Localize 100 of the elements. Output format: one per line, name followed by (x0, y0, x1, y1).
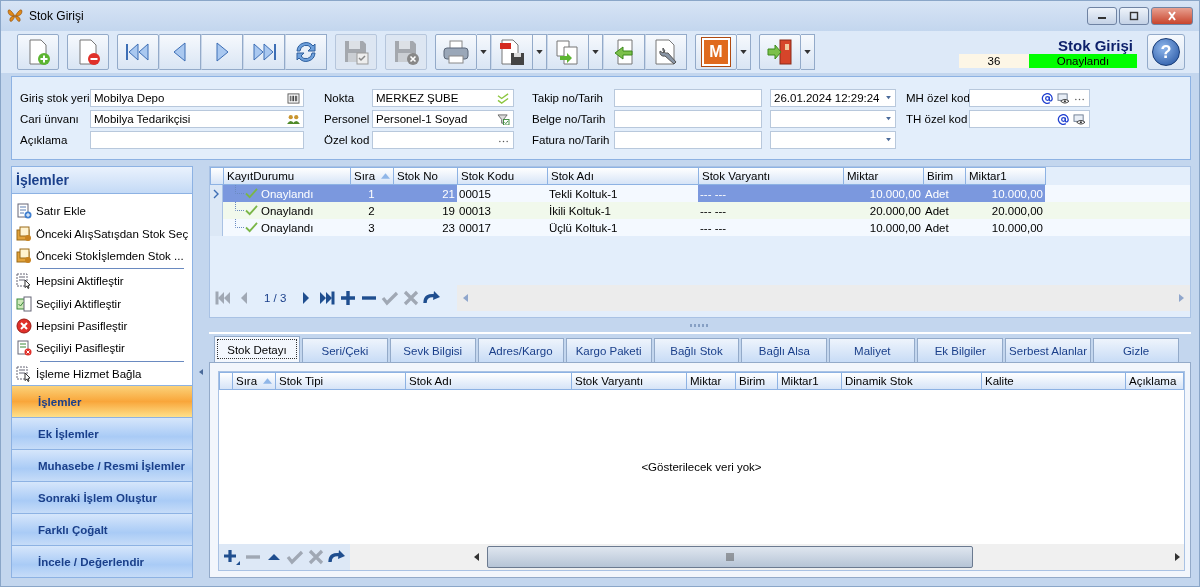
action-item[interactable]: Önceki Stokİşlemden Stok ... (16, 244, 188, 268)
toolbar-button[interactable] (285, 34, 327, 70)
input-field[interactable]: MERKEZ ŞUBE (372, 89, 514, 107)
select-icon (16, 295, 32, 312)
action-item[interactable]: Hepsini Pasifleştir (16, 314, 188, 338)
date-dropdown[interactable]: 26.01.2024 12:29:24 (770, 89, 896, 107)
toolbar-button[interactable] (117, 34, 159, 70)
column-header[interactable]: Sıra (233, 372, 276, 390)
scroll-thumb[interactable] (487, 546, 973, 568)
column-header[interactable]: Birim (924, 167, 966, 185)
row-indicator[interactable] (210, 185, 223, 202)
save-icon (342, 38, 370, 66)
collapse-icon[interactable] (199, 369, 203, 375)
column-header[interactable]: Stok Tipi (276, 372, 406, 390)
toolbar-button[interactable] (759, 34, 801, 70)
filter-icon[interactable] (497, 113, 510, 125)
close-button[interactable] (1151, 7, 1193, 25)
input-field[interactable]: Mobilya Tedarikçisi (90, 110, 304, 128)
table-row[interactable]: Onaylandı 3 23 00017 Üçlü Koltuk-1 --- --- 10.000,00 Adet 10.000,00 (210, 219, 1190, 236)
action-item[interactable]: Satır Ekle (16, 200, 188, 223)
tab[interactable]: Seri/Çeki (301, 338, 388, 362)
toolbar-button[interactable] (67, 34, 109, 70)
section-button[interactable]: Sonraki İşlem Oluştur (11, 482, 193, 514)
field-label: TH özel kod (906, 113, 969, 125)
tab[interactable]: Kargo Paketi (565, 338, 652, 362)
action-item[interactable]: Hepsini Aktifleştir (16, 270, 188, 293)
section-button[interactable]: Farklı Çoğalt (11, 514, 193, 546)
last-icon[interactable] (318, 289, 337, 307)
tab[interactable]: Maliyet (829, 338, 916, 362)
column-header[interactable]: Miktar1 (966, 167, 1046, 185)
table-row[interactable]: Onaylandı 2 19 00013 İkili Koltuk-1 --- --- 20.000,00 Adet 20.000,00 (210, 202, 1190, 219)
column-header[interactable]: Birim (736, 372, 778, 390)
column-header[interactable]: Stok Kodu (458, 167, 548, 185)
at-sign-icon[interactable] (1057, 113, 1070, 125)
table-row[interactable]: Onaylandı 1 21 00015 Tekli Koltuk-1 --- --- 10.000,00 Adet 10.000,00 (210, 185, 1190, 202)
pdf-save-icon (498, 38, 526, 66)
tab[interactable]: Sevk Bilgisi (389, 338, 476, 362)
eye-card-icon[interactable] (1057, 92, 1070, 104)
section-button[interactable]: Ek İşlemler (11, 418, 193, 450)
scroll-left-icon[interactable] (474, 553, 479, 561)
at-sign-icon[interactable] (1041, 92, 1054, 104)
tab[interactable]: Adres/Kargo (477, 338, 564, 362)
input-field[interactable] (969, 110, 1090, 128)
input-field[interactable] (372, 131, 514, 149)
input-field[interactable] (614, 110, 762, 128)
document-remove-icon (16, 340, 32, 357)
input-field[interactable] (614, 131, 762, 149)
column-header[interactable]: Stok No (394, 167, 458, 185)
dropdown-button[interactable] (477, 34, 491, 70)
dropdown-button[interactable] (801, 34, 815, 70)
toolbar-button[interactable] (645, 34, 687, 70)
column-header[interactable]: Miktar1 (778, 372, 842, 390)
input-field[interactable] (969, 89, 1090, 107)
scroll-right-icon[interactable] (1175, 553, 1180, 561)
action-item[interactable]: Önceki AlışSatışdan Stok Seç (16, 222, 188, 245)
tab[interactable]: Gizle (1093, 338, 1179, 362)
tab[interactable]: Bağlı Alsa (741, 338, 828, 362)
section-button[interactable]: İşlemler (11, 386, 193, 418)
maximize-icon (1128, 11, 1140, 21)
tab[interactable]: Stok Detayı (214, 336, 300, 362)
table-cell: Adet (925, 187, 949, 200)
table-cell: 21 (442, 187, 455, 200)
minimize-button[interactable] (1087, 7, 1117, 25)
column-header[interactable]: KayıtDurumu (224, 167, 351, 185)
toolbar-button[interactable] (243, 34, 285, 70)
eye-card-icon[interactable] (1073, 113, 1086, 125)
maximize-button[interactable] (1119, 7, 1149, 25)
folder-icon (16, 247, 32, 264)
dropdown-button[interactable] (737, 34, 751, 70)
column-header[interactable]: Miktar (844, 167, 924, 185)
section-button[interactable]: Muhasebe / Resmi İşlemler (11, 450, 193, 482)
column-header[interactable]: Açıklama (1126, 372, 1184, 390)
column-header[interactable]: Dinamik Stok (842, 372, 982, 390)
splitter-grip-icon[interactable] (690, 323, 710, 327)
toolbar-button[interactable] (491, 34, 533, 70)
barcode-icon[interactable] (287, 92, 300, 104)
add-icon[interactable] (223, 548, 241, 566)
column-header[interactable]: Miktar (687, 372, 736, 390)
input-field[interactable]: Mobilya Depo (90, 89, 304, 107)
column-header[interactable]: Kalite (982, 372, 1126, 390)
tab[interactable]: Bağlı Stok (653, 338, 740, 362)
input-field[interactable]: Personel-1 Soyad (372, 110, 514, 128)
check-icon[interactable] (497, 92, 510, 104)
column-header[interactable]: Stok Varyantı (699, 167, 844, 185)
column-header[interactable]: Sıra (351, 167, 394, 185)
tab[interactable]: Ek Bilgiler (917, 338, 1004, 362)
column-header[interactable]: Stok Adı (406, 372, 572, 390)
column-header[interactable]: Stok Varyantı (572, 372, 687, 390)
input-field[interactable] (90, 131, 304, 149)
dropdown-button[interactable] (533, 34, 547, 70)
column-header[interactable]: Stok Adı (548, 167, 699, 185)
add-icon[interactable] (339, 289, 358, 307)
people-icon[interactable] (287, 113, 300, 125)
action-item[interactable]: İşleme Hizmet Bağla (16, 362, 188, 385)
section-button[interactable]: İncele / Değerlendir (11, 546, 193, 578)
action-item[interactable]: Seçiliyi Aktifleştir (16, 292, 188, 315)
tab[interactable]: Serbest Alanlar (1005, 338, 1092, 362)
input-field[interactable] (614, 89, 762, 107)
dropdown-button[interactable] (589, 34, 603, 70)
action-item[interactable]: Seçiliyi Pasifleştir (16, 337, 188, 360)
